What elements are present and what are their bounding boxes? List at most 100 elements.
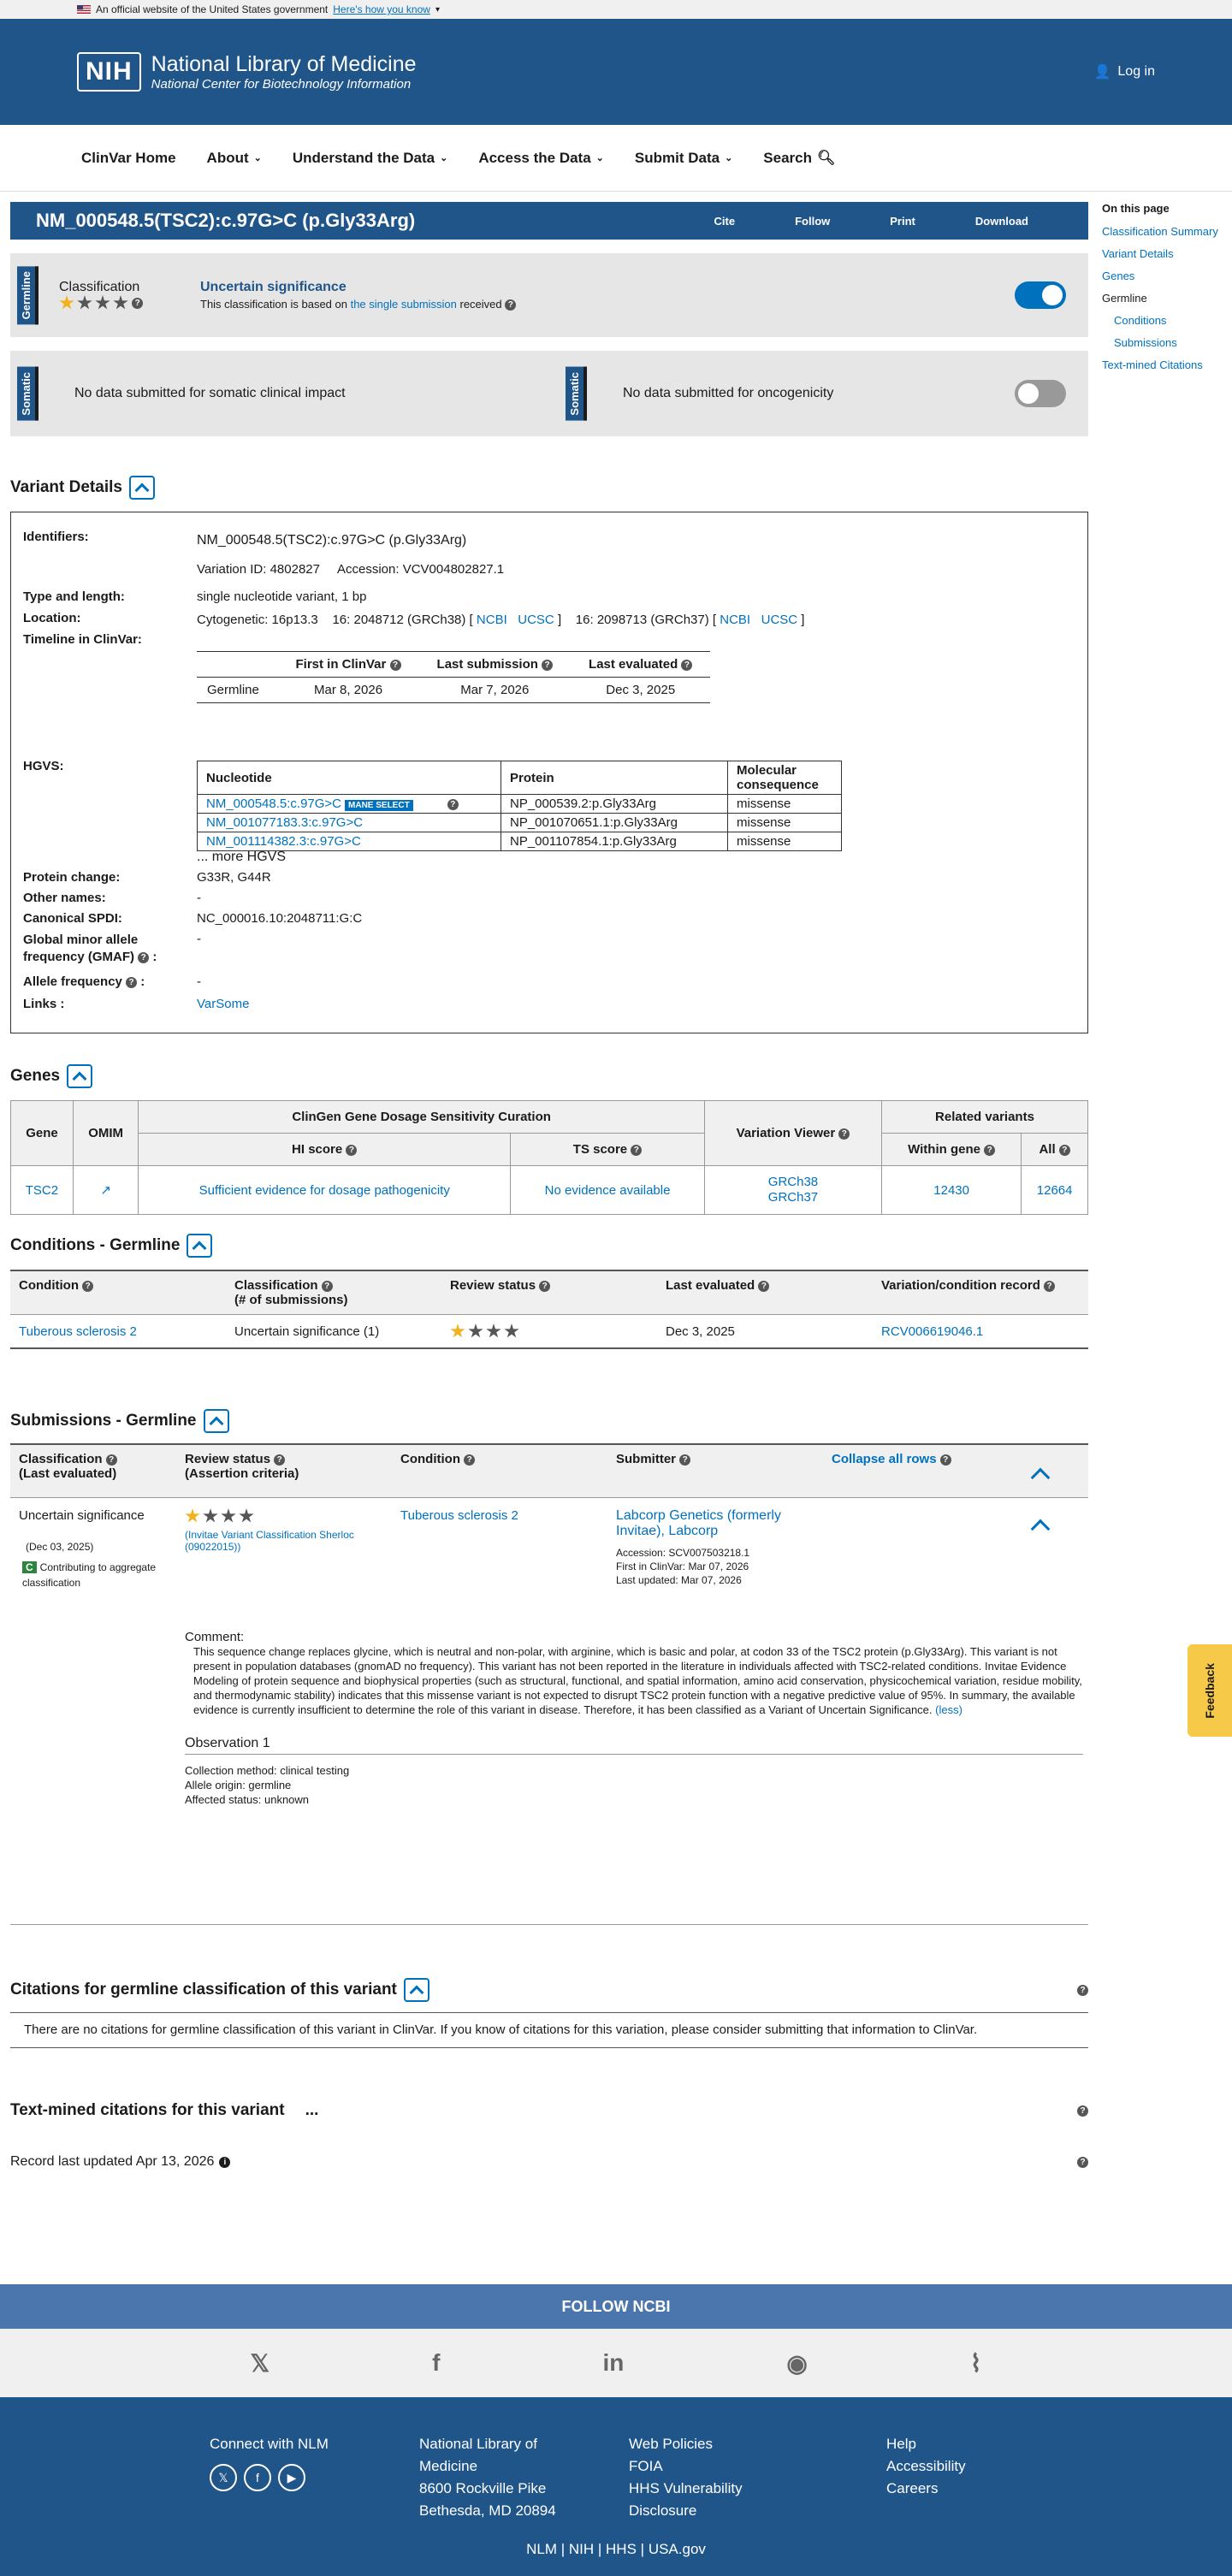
ucsc-link-38[interactable]: UCSC — [518, 613, 554, 627]
on-this-page-heading: On this page — [1102, 202, 1170, 215]
help-icon[interactable]: ? — [505, 299, 517, 311]
chevron-down-icon: ▾ — [435, 4, 440, 15]
linkedin-icon[interactable]: in — [602, 2349, 624, 2377]
record-updated: Record last updated Apr 13, 2026 i? — [10, 2154, 1088, 2170]
collapse-button[interactable] — [203, 1409, 229, 1434]
germline-panel: Germline Classification ? Uncertain sign… — [10, 253, 1088, 337]
other-value: - — [197, 891, 201, 905]
star-icon — [203, 1508, 218, 1523]
facebook-icon[interactable]: f — [244, 2464, 271, 2491]
label-type: Type and length: — [23, 589, 125, 604]
side-link-submissions[interactable]: Submissions — [1102, 336, 1230, 349]
x-icon[interactable]: 𝕏 — [210, 2464, 237, 2491]
chevron-down-icon: ⌄ — [440, 153, 448, 163]
th-all: All ? — [1021, 1133, 1088, 1166]
collapse-all-button[interactable]: Collapse all rows ? — [832, 1452, 951, 1466]
label-other: Other names: — [23, 891, 106, 905]
login-button[interactable]: 👤 Log in — [1093, 63, 1155, 80]
help-icon[interactable]: ? — [1077, 2105, 1088, 2117]
gene-link[interactable]: TSC2 — [26, 1183, 58, 1198]
side-link-textmined[interactable]: Text-mined Citations — [1102, 358, 1230, 371]
textmined-dots[interactable]: ... — [305, 2101, 319, 2120]
assertion-criteria-link[interactable]: (Invitae Variant Classification Sherloc … — [185, 1529, 356, 1553]
on-this-page: On this page Classification Summary Vari… — [1102, 202, 1230, 381]
hgvs-link[interactable]: NM_000548.5:c.97G>C — [206, 796, 341, 811]
nav-about[interactable]: About ⌄ — [207, 150, 262, 167]
less-link[interactable]: (less) — [935, 1703, 962, 1716]
th-classification: Classification ? (# of submissions) — [226, 1270, 441, 1315]
hgvs-protein: NP_001070651.1:p.Gly33Arg — [500, 813, 728, 832]
th-gene: Gene — [10, 1100, 74, 1166]
how-you-know-link[interactable]: Here's how you know — [333, 3, 430, 15]
nlm-logo[interactable]: NIH National Library of Medicine Nationa… — [77, 52, 417, 92]
side-link-conditions[interactable]: Conditions — [1102, 314, 1230, 327]
download-button[interactable]: Download — [975, 215, 1028, 228]
condition-link[interactable]: Tuberous sclerosis 2 — [19, 1324, 137, 1339]
nav-access[interactable]: Access the Data ⌄ — [478, 150, 604, 167]
collapse-button[interactable] — [67, 1064, 93, 1088]
external-link-icon[interactable]: ↗ — [100, 1183, 111, 1198]
observation-heading: Observation 1 — [185, 1736, 1083, 1756]
ts-score-link[interactable]: No evidence available — [545, 1183, 671, 1198]
chevron-up-icon — [72, 1071, 87, 1087]
ncbi-link-37[interactable]: NCBI — [720, 613, 750, 627]
nlm-title: National Library of Medicine — [151, 52, 417, 76]
collapse-button[interactable] — [187, 1234, 213, 1258]
x-icon[interactable]: 𝕏 — [251, 2349, 270, 2378]
th-review: Review status ? — [441, 1270, 657, 1315]
help-icon[interactable]: ? — [1077, 1984, 1088, 1996]
within-gene-link[interactable]: 12430 — [933, 1183, 969, 1198]
condition-classification: Uncertain significance (1) — [234, 1324, 380, 1339]
timeline-cell: Dec 3, 2025 — [606, 683, 676, 697]
hgvs-protein: NP_000539.2:p.Gly33Arg — [500, 794, 728, 814]
rcv-link[interactable]: RCV006619046.1 — [881, 1324, 983, 1339]
hgvs-protein: NP_001107854.1:p.Gly33Arg — [500, 832, 728, 851]
collapse-button[interactable] — [403, 1978, 429, 2003]
nav-understand[interactable]: Understand the Data ⌄ — [293, 150, 447, 167]
nav-search[interactable]: Search 🔍︎ — [763, 150, 835, 167]
hgvs-link[interactable]: NM_001114382.3:c.97G>C — [206, 834, 361, 849]
print-button[interactable]: Print — [890, 215, 915, 228]
conditions-heading: Conditions - Germline — [10, 1234, 1088, 1258]
follow-button[interactable]: Follow — [795, 215, 830, 228]
chevron-down-icon: ⌄ — [725, 153, 733, 163]
facebook-icon[interactable]: f — [432, 2349, 440, 2377]
footer-policies: Web Policies FOIA HHS Vulnerability Disclos… — [629, 2436, 743, 2519]
nih-logo: NIH — [77, 52, 141, 92]
all-variants-link[interactable]: 12664 — [1037, 1183, 1073, 1198]
varsome-link[interactable]: VarSome — [197, 997, 249, 1011]
chevron-up-icon[interactable] — [1030, 1517, 1051, 1539]
github-icon[interactable]: ◉ — [786, 2349, 807, 2378]
single-submission-link[interactable]: the single submission — [351, 298, 457, 311]
cite-button[interactable]: Cite — [714, 215, 736, 228]
submitter-link[interactable]: Labcorp Genetics (formerly Invitae), Lab… — [616, 1508, 813, 1539]
grch37-link[interactable]: GRCh37 — [768, 1190, 818, 1205]
chevron-up-icon[interactable] — [1030, 1466, 1051, 1488]
comment-label: Comment: — [185, 1630, 245, 1645]
somatic-toggle[interactable] — [1015, 380, 1066, 407]
ncbi-link-38[interactable]: NCBI — [477, 613, 507, 627]
star-icon — [450, 1324, 465, 1338]
help-icon[interactable]: ? — [132, 297, 144, 309]
sub-condition-link[interactable]: Tuberous sclerosis 2 — [400, 1508, 518, 1523]
side-link-genes[interactable]: Genes — [1102, 269, 1230, 282]
more-hgvs-link[interactable]: ... more HGVS — [197, 850, 286, 865]
ucsc-link-37[interactable]: UCSC — [761, 613, 798, 627]
hgvs-link[interactable]: NM_001077183.3:c.97G>C — [206, 815, 363, 830]
basis-text: This classification is based on — [200, 297, 351, 311]
nav-submit[interactable]: Submit Data ⌄ — [635, 150, 732, 167]
grch38-link[interactable]: GRCh38 — [768, 1175, 818, 1189]
chevron-down-icon: ⌄ — [253, 153, 262, 163]
side-link-details[interactable]: Variant Details — [1102, 247, 1230, 260]
side-link-classification[interactable]: Classification Summary — [1102, 225, 1230, 238]
feedback-button[interactable]: Feedback — [1188, 1644, 1232, 1737]
collapse-button[interactable] — [128, 476, 155, 500]
youtube-icon[interactable]: ▶ — [278, 2464, 305, 2491]
nav-clinvar-home[interactable]: ClinVar Home — [81, 150, 176, 167]
help-icon[interactable]: ? — [1077, 2156, 1088, 2168]
hi-score-link[interactable]: Sufficient evidence for dosage pathogeni… — [199, 1183, 450, 1198]
variant-details-heading: Variant Details — [10, 476, 1088, 500]
user-icon: 👤 — [1093, 65, 1111, 80]
rss-icon[interactable]: ⌇ — [970, 2349, 982, 2378]
germline-toggle[interactable] — [1015, 281, 1066, 309]
